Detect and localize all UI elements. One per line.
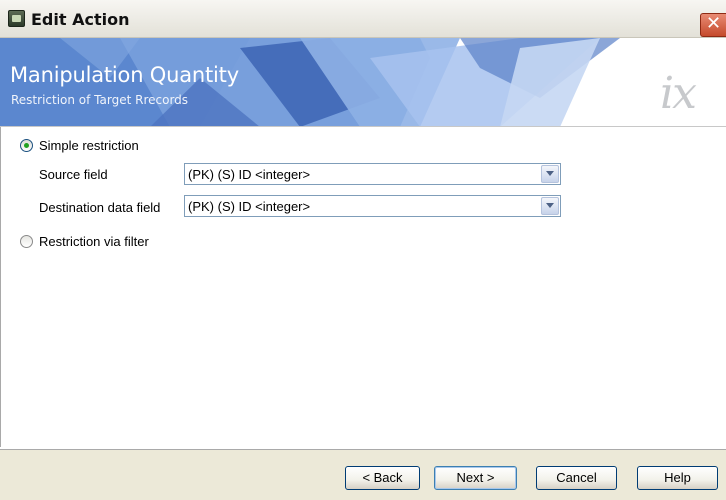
edit-action-dialog: Edit Action ✕ Manipulation Quantity Rest… <box>0 0 726 500</box>
restriction-via-filter-radio[interactable] <box>20 235 33 248</box>
window-title: Edit Action <box>31 10 130 29</box>
wizard-banner: Manipulation Quantity Restriction of Tar… <box>0 38 726 127</box>
destination-field-label: Destination data field <box>39 200 161 215</box>
banner-title: Manipulation Quantity <box>10 63 239 87</box>
source-field-select[interactable]: (PK) (S) ID <integer> <box>184 163 561 185</box>
destination-field-value: (PK) (S) ID <integer> <box>188 199 311 214</box>
restriction-via-filter-option[interactable]: Restriction via filter <box>20 234 149 249</box>
content-left-border <box>0 127 1 447</box>
banner-divider <box>0 126 726 127</box>
simple-restriction-label: Simple restriction <box>39 138 139 153</box>
source-field-label: Source field <box>39 167 108 182</box>
app-window-icon <box>8 10 25 27</box>
cancel-button[interactable]: Cancel <box>536 466 617 490</box>
ix-logo: ix <box>660 68 697 119</box>
chevron-down-icon[interactable] <box>541 165 559 183</box>
chevron-down-icon[interactable] <box>541 197 559 215</box>
source-field-value: (PK) (S) ID <integer> <box>188 167 311 182</box>
title-bar[interactable]: Edit Action ✕ <box>0 0 726 38</box>
close-icon: ✕ <box>705 13 722 34</box>
destination-field-select[interactable]: (PK) (S) ID <integer> <box>184 195 561 217</box>
back-button[interactable]: < Back <box>345 466 420 490</box>
help-button[interactable]: Help <box>637 466 718 490</box>
restriction-via-filter-label: Restriction via filter <box>39 234 149 249</box>
close-button[interactable]: ✕ <box>700 13 726 37</box>
next-button[interactable]: Next > <box>434 466 517 490</box>
banner-subtitle: Restriction of Target Rrecords <box>11 93 189 107</box>
simple-restriction-option[interactable]: Simple restriction <box>20 138 139 153</box>
simple-restriction-radio[interactable] <box>20 139 33 152</box>
